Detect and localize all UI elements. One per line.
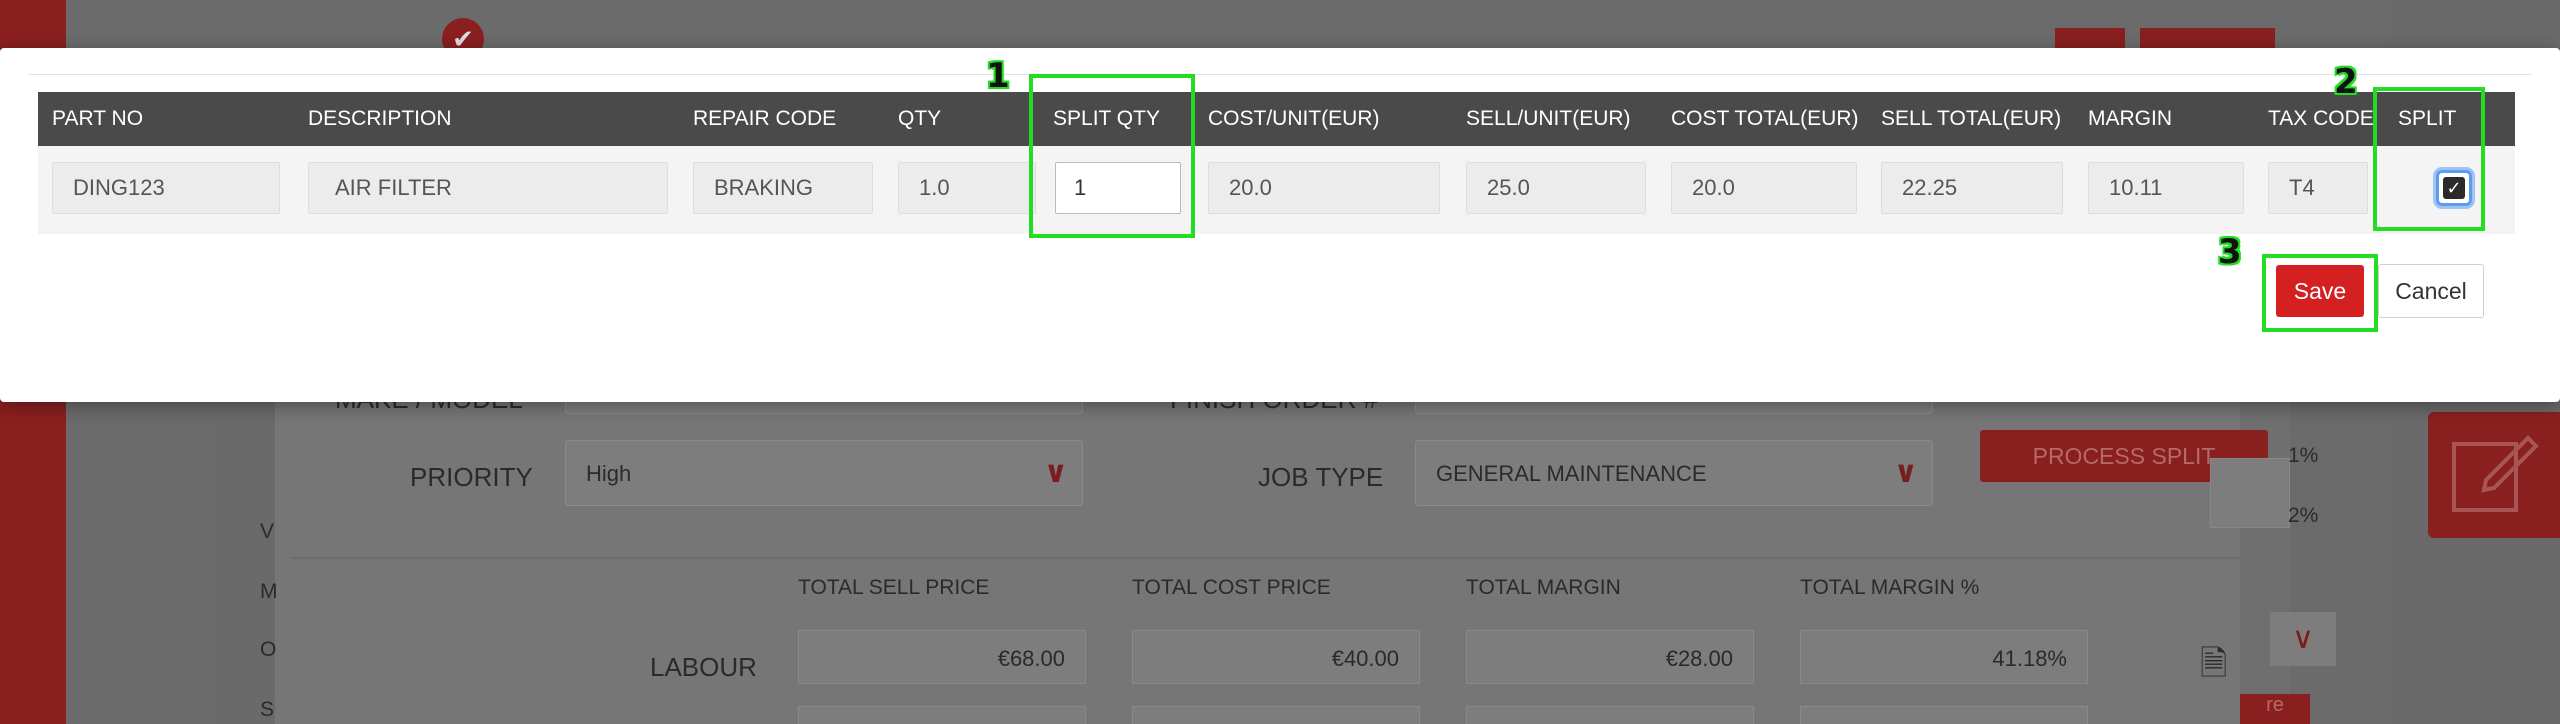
pct-value-1: 1% [2288,444,2319,467]
side-letter-m: M [260,580,278,603]
sell-unit-field: 25.0 [1466,162,1646,214]
edit-document-button [2428,412,2560,538]
labour-total-cost: €40.00 [1132,630,1420,684]
priority-label: PRIORITY [410,462,533,492]
cost-unit-field: 20.0 [1208,162,1440,214]
pct-box [2210,458,2290,528]
split-parts-modal: PART NO DESCRIPTION REPAIR CODE QTY SPLI… [0,48,2560,402]
side-letter-o: O [260,638,277,661]
search-document-icon: 🗎 [2200,645,2228,683]
highlight-split-qty [1029,74,1195,238]
row-field [1800,706,2088,724]
toolbar-button-3 [2205,28,2275,50]
col-cost-total: COST TOTAL(EUR) [1671,107,1859,130]
table-row: DING123 AIR FILTER BRAKING 1.0 1 20.0 25… [38,146,2515,234]
row-field [1466,706,1754,724]
edit-document-icon [2452,435,2539,512]
chevron-down-icon: ∨ [1043,456,1068,489]
col-description: DESCRIPTION [308,107,452,130]
highlight-split-checkbox [2373,87,2485,231]
labour-total-sell: €68.00 [798,630,1086,684]
job-card-side [215,380,275,724]
highlight-save-button [2262,254,2378,332]
margin-field: 10.11 [2088,162,2244,214]
sell-total-field: 22.25 [1881,162,2063,214]
job-type-value: GENERAL MAINTENANCE [1436,461,1707,486]
cost-total-field: 20.0 [1671,162,1857,214]
toolbar-button-1 [2055,28,2125,50]
row-field [1132,706,1420,724]
labour-total-margin: €28.00 [1466,630,1754,684]
col-sell-total: SELL TOTAL(EUR) [1881,107,2062,130]
background-save-button: re [2240,694,2310,724]
toolbar-button-2 [2140,28,2210,50]
col-margin: MARGIN [2088,107,2172,130]
chevron-down-icon: ∨ [1893,456,1918,489]
table-header: PART NO DESCRIPTION REPAIR CODE QTY SPLI… [38,92,2515,146]
total-sell-price-header: TOTAL SELL PRICE [798,576,990,599]
chevron-down-icon: ∨ [2270,612,2336,666]
col-qty: QTY [898,107,942,130]
annotation-3: 3 [2218,232,2242,272]
side-letter-v: V [260,520,275,543]
qty-field: 1.0 [898,162,1036,214]
col-cost-unit: COST/UNIT(EUR) [1208,107,1380,130]
tax-code-field: T4 [2268,162,2368,214]
job-type-label: JOB TYPE [1258,462,1384,492]
parts-table: PART NO DESCRIPTION REPAIR CODE QTY SPLI… [38,92,2515,234]
job-type-select: GENERAL MAINTENANCE ∨ [1415,440,1933,506]
total-margin-pct-header: TOTAL MARGIN % [1800,576,1980,599]
divider [290,557,2240,559]
row-field [798,706,1086,724]
annotation-2: 2 [2334,62,2358,102]
total-cost-price-header: TOTAL COST PRICE [1132,576,1331,599]
priority-value: High [586,461,632,486]
pct-value-2: 2% [2288,504,2319,527]
labour-label: LABOUR [650,652,757,682]
modal-divider [28,74,2532,75]
col-sell-unit: SELL/UNIT(EUR) [1466,107,1631,130]
repair-code-field: BRAKING [693,162,873,214]
part-no-field: DING123 [52,162,280,214]
priority-select: High ∨ [565,440,1083,506]
total-margin-header: TOTAL MARGIN [1466,576,1621,599]
labour-total-margin-pct: 41.18% [1800,630,2088,684]
description-field: AIR FILTER [308,162,668,214]
side-letter-s: S [260,698,275,721]
annotation-1: 1 [986,56,1010,96]
col-repair-code: REPAIR CODE [693,107,837,130]
col-part-no: PART NO [52,107,144,130]
cancel-button[interactable]: Cancel [2378,264,2484,318]
